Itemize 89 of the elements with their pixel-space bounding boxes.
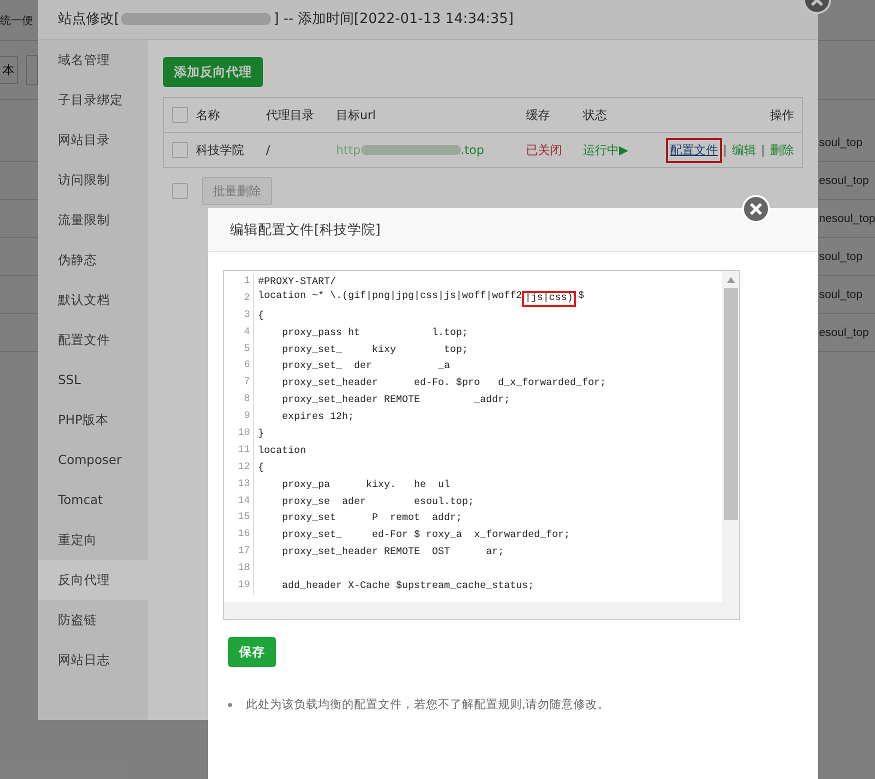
code-line: proxy_set_header REMOTE _addr; xyxy=(281,395,510,406)
url-text: .top xyxy=(460,143,484,157)
note-text: 此处为该负载均衡的配置文件，若您不了解配置规则,请勿随意修改。 xyxy=(246,697,610,712)
sidebar-item[interactable]: 反向代理 xyxy=(38,560,148,600)
code-line: location xyxy=(258,446,306,457)
table-cell: soul_top xyxy=(819,136,862,148)
code-line: proxy_set_ kixy top; xyxy=(281,344,468,356)
line-number: 13 xyxy=(224,476,254,494)
code-line: location ~* \.(gif|png|jpg|css|js|woff|woff2 xyxy=(258,291,522,304)
line-number: 15 xyxy=(224,510,254,528)
sidebar-item[interactable]: Composer xyxy=(38,440,148,480)
code-line: proxy_set_header REMOTE OST ar; xyxy=(281,547,504,558)
url-text: http xyxy=(336,143,361,157)
table-cell-text: / xyxy=(266,143,272,157)
line-number: 16 xyxy=(224,527,254,544)
code-line: { xyxy=(258,310,264,322)
sidebar-item[interactable]: SSL xyxy=(38,360,148,400)
checkbox[interactable] xyxy=(172,107,188,123)
code-line: proxy_pass ht l.top; xyxy=(281,328,468,339)
line-number: 10 xyxy=(224,426,254,443)
line-number: 11 xyxy=(224,442,254,460)
line-number: 8 xyxy=(224,392,254,410)
table-cell: soul_top xyxy=(819,250,862,262)
column-header: 操作 xyxy=(769,106,795,124)
line-number: 1 xyxy=(224,274,254,291)
sidebar-item[interactable]: 访问限制 xyxy=(38,160,148,200)
save-button[interactable]: 保存 xyxy=(228,637,276,667)
code-line: add_header X-Cache $upstream_cache_status; xyxy=(281,580,534,592)
vertical-scrollbar[interactable] xyxy=(722,271,739,602)
sidebar-item[interactable]: Tomcat xyxy=(38,480,148,520)
line-number: 5 xyxy=(224,342,254,358)
line-number: 14 xyxy=(224,494,254,510)
code-line: proxy_set P remot addr; xyxy=(281,513,462,524)
separator-text: | xyxy=(722,143,727,157)
checkbox[interactable] xyxy=(172,142,188,158)
sidebar-item[interactable]: 网站目录 xyxy=(38,120,148,160)
dialog-title: ] -- 添加时间[2022-01-13 14:34:35] xyxy=(273,10,514,28)
sidebar-item[interactable]: 域名管理 xyxy=(38,40,148,80)
column-header: 代理目录 xyxy=(266,106,315,124)
line-number: 3 xyxy=(224,308,254,325)
line-number: 19 xyxy=(224,578,254,595)
toolbar-button[interactable]: 本 xyxy=(0,56,18,84)
code-line: proxy_se ader esoul.top; xyxy=(281,496,474,508)
table-cell-text: 科技学院 xyxy=(196,142,245,158)
line-number: 17 xyxy=(224,544,254,562)
table-cell: nesoul_top xyxy=(819,212,875,224)
scroll-up-icon[interactable] xyxy=(726,277,734,283)
table-cell: soul_top xyxy=(819,288,862,300)
column-header: 目标url xyxy=(336,106,377,124)
column-header: 缓存 xyxy=(526,106,551,124)
table-cell: esoul_top xyxy=(819,326,869,338)
code-line: } xyxy=(258,428,264,440)
sidebar-item[interactable]: 默认文档 xyxy=(38,280,148,320)
sidebar-item[interactable]: PHP版本 xyxy=(38,400,148,440)
sidebar-item[interactable]: 伪静态 xyxy=(38,240,148,280)
cache-status: 已关闭 xyxy=(526,142,563,158)
dialog-title: 编辑配置文件[科技学院] xyxy=(230,220,381,238)
code-line: proxy_pa kixy. he ul xyxy=(281,480,450,491)
toolbar-button[interactable] xyxy=(26,55,38,85)
highlighted-code: |js|css) xyxy=(522,291,576,308)
sidebar-item[interactable]: 网站日志 xyxy=(38,640,148,680)
column-header: 名称 xyxy=(196,106,221,124)
horizontal-scrollbar[interactable] xyxy=(224,602,739,619)
separator-text: | xyxy=(760,143,765,157)
code-line: proxy_set_header ed-Fo. $pro d_x_forwarded_for; xyxy=(281,378,606,390)
line-number: 18 xyxy=(224,561,254,578)
code-line: { xyxy=(258,462,264,474)
code-line: expires 12h; xyxy=(281,412,354,424)
column-header: 状态 xyxy=(583,106,608,124)
code-line: proxy_set_ der _a xyxy=(281,361,450,372)
table-cell: esoul_top xyxy=(819,174,869,186)
sidebar-item[interactable]: 子目录绑定 xyxy=(38,80,148,120)
checkbox[interactable] xyxy=(172,183,188,199)
line-number: 4 xyxy=(224,324,254,342)
sidebar-item[interactable]: 配置文件 xyxy=(38,320,148,360)
line-number: 9 xyxy=(224,409,254,426)
line-number: 6 xyxy=(224,358,254,376)
page-title: 统一便 xyxy=(0,12,33,28)
sidebar-item[interactable]: 流量限制 xyxy=(38,200,148,240)
code-line: proxy_set_ ed-For $ roxy_a x_forwarded_for; xyxy=(281,530,570,542)
line-number: 7 xyxy=(224,375,254,392)
line-number: 12 xyxy=(224,460,254,477)
code-line: #PROXY-START/ xyxy=(258,276,336,288)
line-number: 2 xyxy=(224,290,254,308)
code-editor[interactable] xyxy=(223,270,740,620)
sidebar-item[interactable]: 重定向 xyxy=(38,520,148,560)
sidebar-item[interactable]: 防盗链 xyxy=(38,600,148,640)
dialog-title: 站点修改[ xyxy=(58,10,120,28)
code-line: $ xyxy=(578,291,584,304)
